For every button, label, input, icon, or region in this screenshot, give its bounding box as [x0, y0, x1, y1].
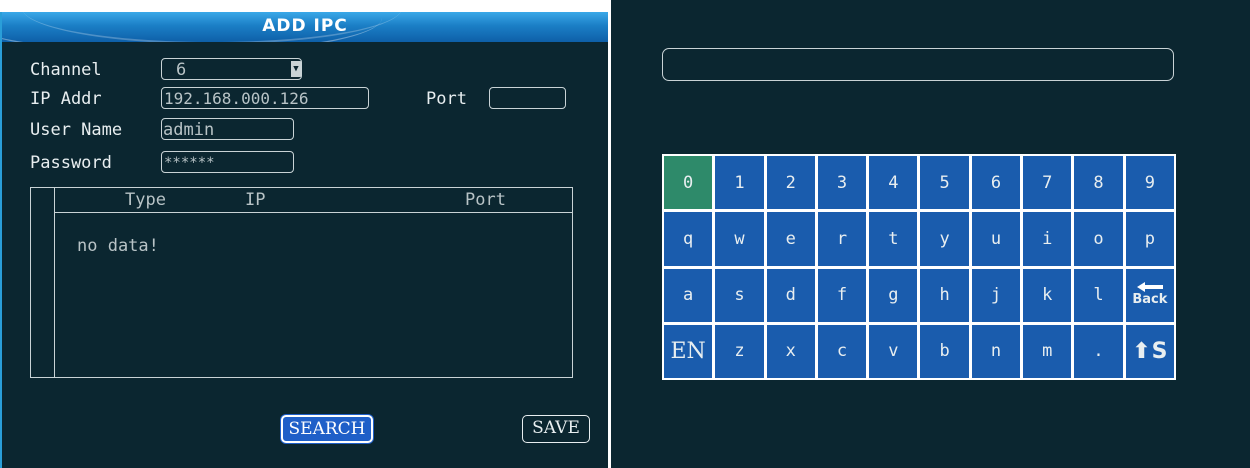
- key-3[interactable]: 3: [817, 156, 867, 210]
- language-key[interactable]: EN: [664, 324, 713, 378]
- column-header-port: Port: [465, 190, 506, 210]
- chevron-down-icon[interactable]: ▼: [291, 61, 301, 77]
- key-f[interactable]: f: [817, 268, 867, 322]
- key-a[interactable]: a: [664, 268, 713, 322]
- key-m[interactable]: m: [1023, 324, 1072, 378]
- keyboard-panel: 0 1 2 3 4 5 6 7 8 9 q w e r t y u i o p a s d f g h j k l Back EN z x c v b…: [611, 0, 1250, 468]
- key-h[interactable]: h: [920, 268, 969, 322]
- ip-address-label: IP Addr: [30, 89, 102, 109]
- key-x[interactable]: x: [766, 324, 815, 378]
- key-i[interactable]: i: [1023, 212, 1072, 266]
- key-k[interactable]: k: [1023, 268, 1072, 322]
- table-header: Type IP Port: [55, 188, 572, 213]
- key-1[interactable]: 1: [715, 156, 764, 210]
- key-c[interactable]: c: [817, 324, 867, 378]
- save-button[interactable]: SAVE: [522, 415, 590, 443]
- search-button[interactable]: SEARCH: [281, 415, 373, 443]
- key-w[interactable]: w: [715, 212, 764, 266]
- keyboard-input-field[interactable]: [662, 48, 1174, 81]
- channel-select[interactable]: 6 ▼: [161, 58, 302, 80]
- ip-address-field[interactable]: 192.168.000.126: [161, 87, 369, 109]
- key-7[interactable]: 7: [1023, 156, 1072, 210]
- add-ipc-dialog: ADD IPC Channel 6 ▼ IP Addr 192.168.000.…: [0, 12, 608, 468]
- key-6[interactable]: 6: [971, 156, 1021, 210]
- password-label: Password: [30, 153, 112, 173]
- key-4[interactable]: 4: [869, 156, 918, 210]
- keyboard-grid: 0 1 2 3 4 5 6 7 8 9 q w e r t y u i o p a s d f g h j k l Back EN z x c v b…: [662, 154, 1176, 380]
- port-field[interactable]: [489, 87, 566, 109]
- key-v[interactable]: v: [869, 324, 918, 378]
- device-table: Type IP Port no data!: [30, 187, 573, 378]
- key-9[interactable]: 9: [1125, 156, 1174, 210]
- key-z[interactable]: z: [715, 324, 764, 378]
- key-d[interactable]: d: [766, 268, 815, 322]
- key-0[interactable]: 0: [664, 156, 713, 210]
- key-s[interactable]: s: [715, 268, 764, 322]
- column-header-ip: IP: [245, 190, 266, 210]
- key-u[interactable]: u: [971, 212, 1021, 266]
- key-o[interactable]: o: [1074, 212, 1123, 266]
- key-q[interactable]: q: [664, 212, 713, 266]
- key-e[interactable]: e: [766, 212, 815, 266]
- column-header-type: Type: [125, 190, 166, 210]
- port-label: Port: [426, 89, 467, 109]
- backspace-key[interactable]: Back: [1125, 268, 1174, 322]
- key-y[interactable]: y: [920, 212, 969, 266]
- key-b[interactable]: b: [920, 324, 969, 378]
- key-g[interactable]: g: [869, 268, 918, 322]
- key-p[interactable]: p: [1125, 212, 1174, 266]
- password-field[interactable]: ******: [161, 151, 294, 173]
- key-r[interactable]: r: [817, 212, 867, 266]
- username-label: User Name: [30, 120, 123, 140]
- shift-key[interactable]: ⬆ S: [1125, 324, 1174, 378]
- channel-label: Channel: [30, 60, 102, 80]
- back-arrow-icon: [1136, 282, 1163, 293]
- key-5[interactable]: 5: [920, 156, 969, 210]
- key-t[interactable]: t: [869, 212, 918, 266]
- empty-table-message: no data!: [77, 236, 159, 256]
- key-8[interactable]: 8: [1074, 156, 1123, 210]
- key-period[interactable]: .: [1074, 324, 1123, 378]
- channel-value: 6: [176, 60, 187, 80]
- username-field[interactable]: admin: [161, 118, 294, 140]
- key-l[interactable]: l: [1074, 268, 1123, 322]
- title-bar: ADD IPC: [2, 12, 608, 42]
- key-2[interactable]: 2: [766, 156, 815, 210]
- key-n[interactable]: n: [971, 324, 1021, 378]
- key-j[interactable]: j: [971, 268, 1021, 322]
- backspace-key-label: Back: [1132, 292, 1168, 308]
- dialog-title: ADD IPC: [262, 16, 348, 36]
- shift-arrow-icon: ⬆: [1132, 338, 1151, 364]
- shift-key-label: S: [1151, 338, 1168, 364]
- table-divider: [54, 188, 55, 377]
